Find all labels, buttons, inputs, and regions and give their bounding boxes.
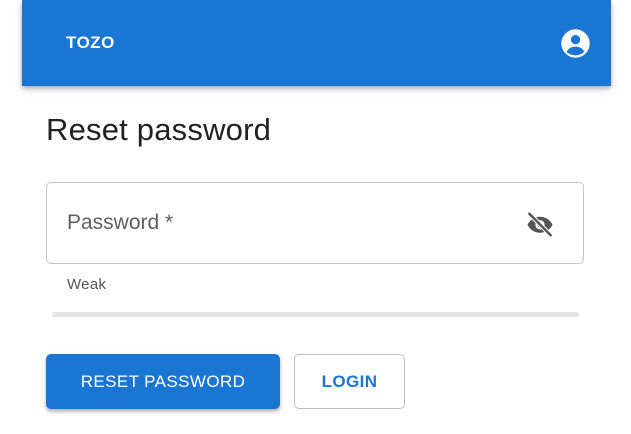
app-bar: TOZO [22,0,611,86]
account-circle-icon [560,28,590,58]
toggle-password-visibility-button[interactable] [523,207,557,241]
password-field[interactable]: Password * [46,182,584,264]
page-title: Reset password [46,112,272,147]
password-strength-bar [52,312,579,317]
account-button[interactable] [557,25,593,61]
visibility-off-icon [527,211,553,238]
password-strength-label: Weak [67,276,107,293]
reset-password-page: TOZO Reset password Password * Weak RESE… [0,0,631,434]
reset-password-button[interactable]: RESET PASSWORD [46,354,280,409]
brand-link[interactable]: TOZO [66,33,115,53]
login-button[interactable]: LOGIN [294,354,405,409]
password-input[interactable] [65,201,489,247]
